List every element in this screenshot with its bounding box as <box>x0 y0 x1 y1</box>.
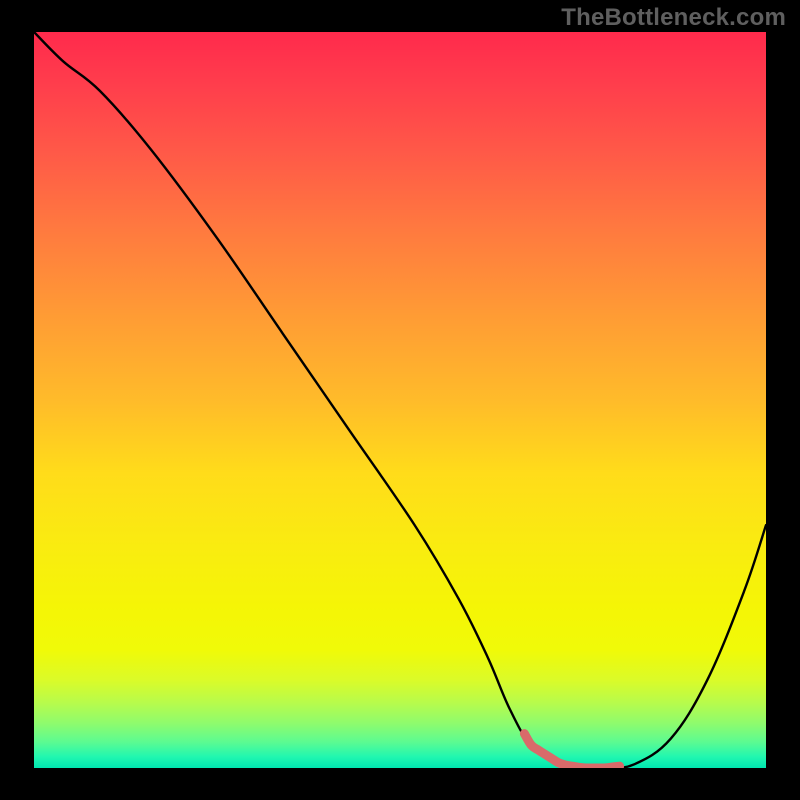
bottleneck-curve-line <box>34 32 766 768</box>
watermark-text: TheBottleneck.com <box>561 4 786 32</box>
chart-frame: TheBottleneck.com <box>0 0 800 800</box>
curve-overlay <box>34 32 766 768</box>
flat-region-highlight <box>524 734 619 768</box>
plot-area <box>34 32 766 768</box>
